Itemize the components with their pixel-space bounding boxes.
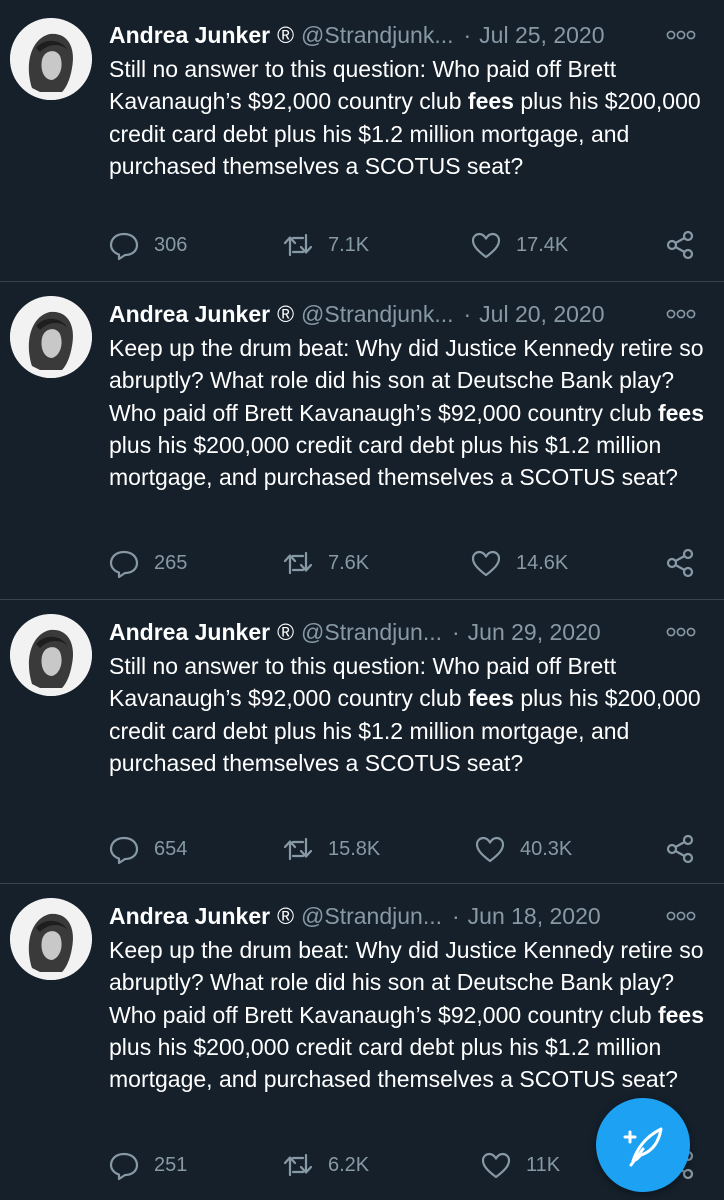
author-handle[interactable]: @Strandjunk...: [301, 22, 453, 49]
avatar[interactable]: [10, 18, 92, 100]
tweet-date[interactable]: Jul 25, 2020: [479, 22, 604, 49]
share-button[interactable]: [665, 228, 695, 262]
tweet-text-bold: fees: [657, 399, 705, 426]
tweet-date[interactable]: Jul 20, 2020: [479, 301, 604, 328]
avatar[interactable]: [10, 898, 92, 980]
tweet-text-segment: plus his $200,000 credit card debt plus …: [109, 1033, 678, 1093]
tweet-text-segment: Keep up the drum beat: Why did Justice K…: [109, 335, 704, 426]
heart-icon: [475, 836, 505, 863]
separator-dot: ·: [463, 300, 472, 327]
tweet-text: Keep up the drum beat: Why did Justice K…: [109, 934, 709, 1095]
more-icon[interactable]: [666, 910, 696, 922]
retweet-button[interactable]: 15.8K: [282, 832, 380, 866]
more-icon[interactable]: [666, 29, 696, 41]
retweet-icon: [283, 233, 313, 257]
retweet-icon: [283, 837, 313, 861]
share-icon: [666, 230, 694, 260]
compose-tweet-button[interactable]: [596, 1098, 690, 1192]
retweet-count: 7.6K: [328, 551, 370, 574]
retweet-count: 6.2K: [328, 1153, 370, 1176]
author-handle[interactable]: @Strandjun...: [301, 619, 442, 646]
reply-button[interactable]: 265: [108, 546, 187, 580]
tweet-date[interactable]: Jun 29, 2020: [468, 619, 601, 646]
reply-button[interactable]: 654: [108, 832, 187, 866]
tweet-text-bold: fees: [467, 88, 514, 115]
like-button[interactable]: 11K: [480, 1148, 560, 1182]
author-name[interactable]: Andrea Junker: [109, 301, 270, 328]
author-handle[interactable]: @Strandjun...: [301, 903, 442, 930]
tweet-text-segment: plus his $200,000 credit card debt plus …: [109, 431, 678, 491]
registered-badge: ®: [277, 618, 295, 645]
retweet-button[interactable]: 7.6K: [282, 546, 369, 580]
tweet-text-segment: Keep up the drum beat: Why did Justice K…: [109, 937, 704, 1028]
retweet-icon: [283, 551, 313, 575]
reply-button[interactable]: 306: [108, 228, 187, 262]
tweet[interactable]: Andrea Junker ® @Strandjun... · Jun 29, …: [0, 600, 724, 884]
reply-icon: [109, 1152, 139, 1181]
registered-badge: ®: [277, 902, 295, 929]
author-name[interactable]: Andrea Junker: [109, 22, 270, 49]
share-button[interactable]: [665, 832, 695, 866]
share-icon: [666, 548, 694, 578]
tweet-text: Keep up the drum beat: Why did Justice K…: [109, 332, 709, 493]
like-count: 17.4K: [516, 233, 569, 256]
like-count: 11K: [526, 1153, 561, 1176]
separator-dot: ·: [452, 618, 460, 645]
reply-count: 251: [154, 1153, 188, 1176]
reply-button[interactable]: 251: [108, 1148, 187, 1182]
retweet-icon: [283, 1153, 313, 1177]
more-icon[interactable]: [666, 308, 696, 320]
tweet-text: Still no answer to this question: Who pa…: [109, 650, 709, 779]
reply-icon: [109, 836, 139, 865]
like-button[interactable]: 14.6K: [470, 546, 568, 580]
retweet-count: 7.1K: [328, 233, 370, 256]
tweet-text-bold: fees: [467, 685, 514, 712]
tweet-text-bold: fees: [657, 1001, 705, 1028]
tweet[interactable]: Andrea Junker ® @Strandjunk... · Jul 20,…: [0, 282, 724, 600]
share-icon: [666, 834, 694, 864]
like-button[interactable]: 40.3K: [474, 832, 572, 866]
like-button[interactable]: 17.4K: [470, 228, 568, 262]
retweet-count: 15.8K: [328, 837, 381, 860]
reply-count: 265: [154, 551, 188, 574]
author-name[interactable]: Andrea Junker: [109, 619, 270, 646]
retweet-button[interactable]: 6.2K: [282, 1148, 369, 1182]
author-name[interactable]: Andrea Junker: [109, 903, 270, 930]
reply-icon: [109, 550, 139, 579]
separator-dot: ·: [452, 902, 460, 929]
reply-icon: [109, 232, 139, 261]
tweet-date[interactable]: Jun 18, 2020: [468, 903, 601, 930]
registered-badge: ®: [277, 21, 295, 48]
like-count: 14.6K: [516, 551, 569, 574]
more-icon[interactable]: [666, 626, 696, 638]
author-handle[interactable]: @Strandjunk...: [301, 301, 453, 328]
avatar[interactable]: [10, 614, 92, 696]
avatar[interactable]: [10, 296, 92, 378]
tweet-text: Still no answer to this question: Who pa…: [109, 53, 709, 182]
share-button[interactable]: [665, 546, 695, 580]
registered-badge: ®: [277, 300, 295, 327]
reply-count: 654: [154, 837, 188, 860]
compose-tweet-icon: [623, 1127, 663, 1167]
retweet-button[interactable]: 7.1K: [282, 228, 369, 262]
reply-count: 306: [154, 233, 188, 256]
separator-dot: ·: [463, 21, 472, 48]
timeline-feed: Andrea Junker ® @Strandjunk... · Jul 25,…: [0, 0, 724, 1200]
heart-icon: [471, 232, 501, 259]
heart-icon: [471, 550, 501, 577]
tweet[interactable]: Andrea Junker ® @Strandjunk... · Jul 25,…: [0, 0, 724, 282]
heart-icon: [481, 1152, 511, 1179]
like-count: 40.3K: [520, 837, 573, 860]
